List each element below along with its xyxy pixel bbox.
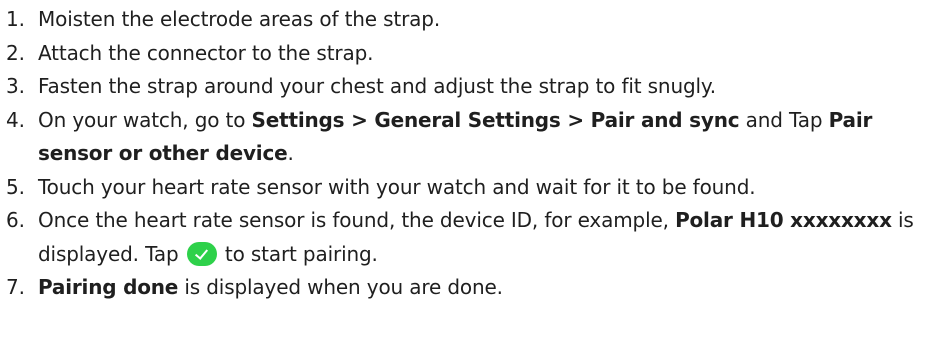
settings-menu-path: Settings > General Settings > Pair and s… [251, 107, 740, 132]
step-text-segment: Touch your heart rate sensor with your w… [38, 174, 756, 199]
step-text-segment: is displayed when you are done. [178, 275, 503, 299]
step-4: 4. On your watch, go to Settings > Gener… [6, 104, 922, 171]
step-text-segment: Fasten the strap around your chest and a… [38, 74, 716, 98]
step-number: 7. [6, 275, 25, 299]
step-number: 4. [6, 107, 25, 132]
pairing-steps-list: 1. Moisten the electrode areas of the st… [6, 3, 922, 305]
step-text-segment: . [287, 141, 294, 165]
step-number: 1. [6, 7, 25, 31]
step-text-segment: On your watch, go to [38, 107, 252, 132]
step-text-segment: to start pairing. [218, 241, 378, 266]
step-text: Fasten the strap around your chest and a… [38, 70, 922, 104]
step-text-segment: Once the heart rate sensor is found, the… [38, 208, 676, 232]
step-text-segment: Moisten the electrode areas of the strap… [38, 7, 441, 31]
device-id-example: Polar H10 xxxxxxxx [675, 208, 892, 232]
step-1: 1. Moisten the electrode areas of the st… [6, 3, 922, 37]
pairing-done-status: Pairing done [38, 275, 179, 299]
step-number: 2. [6, 40, 25, 65]
step-text: Touch your heart rate sensor with your w… [38, 171, 922, 205]
step-number: 5. [6, 174, 25, 199]
step-number: 3. [6, 74, 25, 98]
step-text: Moisten the electrode areas of the strap… [38, 3, 922, 37]
step-text-segment: and Tap [739, 107, 829, 132]
step-7: 7. Pairing done is displayed when you ar… [6, 271, 922, 305]
step-text: Pairing done is displayed when you are d… [38, 271, 922, 305]
step-number: 6. [6, 208, 25, 232]
step-6: 6. Once the heart rate sensor is found, … [6, 204, 922, 271]
step-text: Attach the connector to the strap. [38, 37, 922, 71]
step-text-segment: Attach the connector to the strap. [38, 40, 374, 65]
step-5: 5. Touch your heart rate sensor with you… [6, 171, 922, 205]
step-2: 2. Attach the connector to the strap. [6, 37, 922, 71]
step-text: Once the heart rate sensor is found, the… [38, 204, 922, 271]
check-circle-icon [186, 241, 217, 266]
step-text: On your watch, go to Settings > General … [38, 104, 922, 171]
step-3: 3. Fasten the strap around your chest an… [6, 70, 922, 104]
